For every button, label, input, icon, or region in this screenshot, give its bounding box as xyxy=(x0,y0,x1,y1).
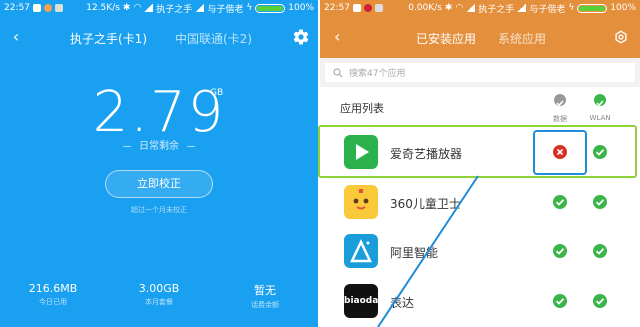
carrier-1: 执子之手 xyxy=(156,4,193,15)
stat-value: 216.6MB xyxy=(28,282,78,295)
battery-percent: 100% xyxy=(610,3,636,13)
battery-percent: 100% xyxy=(288,3,314,13)
stat-label: 话费余额 xyxy=(251,301,279,309)
app-notification-icon xyxy=(363,4,372,12)
list-item[interactable]: 阿里智能 xyxy=(320,226,640,276)
data-allowed-icon[interactable] xyxy=(553,195,567,209)
network-speed: 12.5K/s xyxy=(86,3,120,13)
carrier-1: 执子之手 xyxy=(478,4,515,15)
search-icon xyxy=(333,67,343,77)
stat-value: 3.00GB xyxy=(138,282,180,295)
wifi-icon: ◠ xyxy=(455,3,464,13)
notification-icon-2 xyxy=(374,4,383,12)
wlan-column-toggle-icon xyxy=(594,94,606,107)
app-name: 阿里智能 xyxy=(390,246,439,260)
tab-sim-1[interactable]: 执子之手(卡1) xyxy=(70,30,147,47)
charging-icon: ϟ xyxy=(568,3,575,13)
wlan-allowed-icon[interactable] xyxy=(593,244,607,258)
remaining-value: 2.79 xyxy=(92,80,226,145)
status-bar: 22:57 12.5K/s ✱ ◠ 执子之手 与子偕老 ϟ 100% xyxy=(0,0,318,16)
stat-label: 今日已用 xyxy=(39,298,67,306)
stat-label: 本月套餐 xyxy=(145,298,173,306)
data-column-toggle-icon xyxy=(554,94,566,107)
ali-smart-icon xyxy=(344,234,378,268)
biaoda-icon-text: biaoda xyxy=(344,296,379,306)
column-label: WLAN xyxy=(589,114,611,122)
app-name: 表达 xyxy=(390,296,415,310)
data-usage-screen: 22:57 12.5K/s ✱ ◠ 执子之手 与子偕老 ϟ 100% ‹ 执子之… xyxy=(0,0,318,327)
status-time: 22:57 xyxy=(324,3,350,13)
column-wlan[interactable]: WLAN xyxy=(585,94,615,122)
search-area: 搜索47个应用 xyxy=(320,58,640,87)
carrier-2: 与子偕老 xyxy=(207,4,244,15)
stat-balance[interactable]: 暂无 话费余额 xyxy=(212,282,318,310)
status-bar: 22:57 0.00K/s ✱ ◠ 执子之手 与子偕老 ϟ 100% xyxy=(320,0,640,16)
list-title: 应用列表 xyxy=(340,102,384,115)
stat-value: 暂无 xyxy=(254,284,276,297)
calibrate-button[interactable]: 立即校正 xyxy=(105,170,213,198)
calibrate-hint: 超过一个月未校正 xyxy=(131,206,187,214)
search-placeholder: 搜索47个应用 xyxy=(349,69,406,79)
settings-icon[interactable] xyxy=(614,30,628,44)
battery-level xyxy=(579,5,606,11)
back-icon[interactable]: ‹ xyxy=(8,28,24,46)
bluetooth-icon: ✱ xyxy=(122,3,131,13)
gear-icon[interactable] xyxy=(292,28,310,46)
search-input[interactable]: 搜索47个应用 xyxy=(325,63,635,82)
top-bar: ‹ 执子之手(卡1) 中国联通(卡2) xyxy=(0,16,318,58)
column-label: 数据 xyxy=(553,115,567,123)
battery-icon xyxy=(255,3,286,13)
charging-icon: ϟ xyxy=(246,3,253,13)
kids-guard-icon xyxy=(344,185,378,219)
carrier-2: 与子偕老 xyxy=(529,4,566,15)
bluetooth-icon: ✱ xyxy=(444,3,453,13)
app-name: 360儿童卫士 xyxy=(390,197,461,211)
top-bar: ‹ 已安装应用 系统应用 xyxy=(320,16,640,58)
notification-icon xyxy=(352,4,361,12)
wlan-allowed-icon[interactable] xyxy=(593,294,607,308)
list-header: 应用列表 数据 WLAN xyxy=(320,87,640,124)
status-time: 22:57 xyxy=(4,3,30,13)
remaining-unit: GB xyxy=(210,88,224,98)
battery-level xyxy=(257,5,284,11)
app-notification-icon xyxy=(43,4,52,12)
signal-icon xyxy=(144,4,154,12)
notification-icon xyxy=(32,4,41,12)
selected-app-highlight xyxy=(318,125,637,178)
data-toggle-focus-box xyxy=(533,130,587,175)
header: 22:57 0.00K/s ✱ ◠ 执子之手 与子偕老 ϟ 100% ‹ 已安装… xyxy=(320,0,640,58)
signal-icon-2 xyxy=(517,4,527,12)
biaoda-icon: biaoda xyxy=(344,284,378,318)
notification-icon-2 xyxy=(54,4,63,12)
network-speed: 0.00K/s xyxy=(408,3,442,13)
signal-icon xyxy=(466,4,476,12)
list-item[interactable]: biaoda 表达 xyxy=(320,276,640,326)
usage-stats: 216.6MB 今日已用 3.00GB 本月套餐 暂无 话费余额 xyxy=(0,282,318,310)
battery-icon xyxy=(577,3,608,13)
tab-installed-apps[interactable]: 已安装应用 xyxy=(416,30,476,47)
signal-icon-2 xyxy=(195,4,205,12)
remaining-data: 2.79 GB xyxy=(0,80,318,145)
back-icon[interactable]: ‹ xyxy=(334,28,340,46)
tab-sim-2[interactable]: 中国联通(卡2) xyxy=(175,30,252,47)
remaining-label: 日常剩余 xyxy=(0,137,318,152)
list-item[interactable]: 360儿童卫士 xyxy=(320,177,640,227)
wifi-icon: ◠ xyxy=(133,3,142,13)
stat-today: 216.6MB 今日已用 xyxy=(0,282,106,310)
data-allowed-icon[interactable] xyxy=(553,294,567,308)
wlan-allowed-icon[interactable] xyxy=(593,195,607,209)
tab-system-apps[interactable]: 系统应用 xyxy=(498,30,546,47)
stat-plan: 3.00GB 本月套餐 xyxy=(106,282,212,310)
column-data[interactable]: 数据 xyxy=(545,94,575,124)
data-allowed-icon[interactable] xyxy=(553,244,567,258)
